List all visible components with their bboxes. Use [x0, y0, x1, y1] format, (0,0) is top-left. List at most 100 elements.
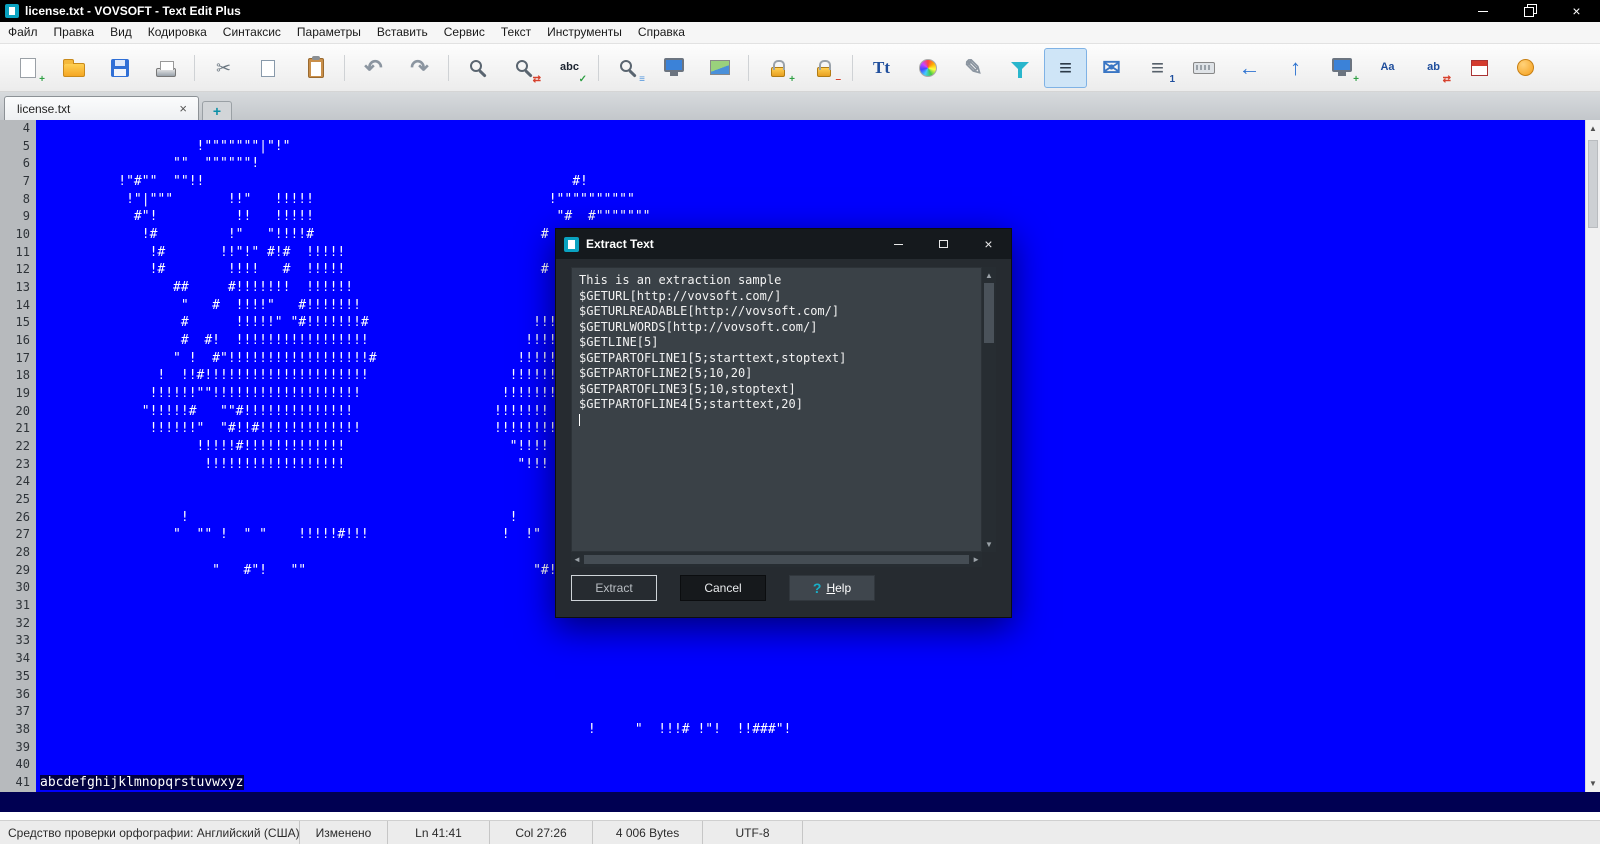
dialog-vertical-scrollbar[interactable]: ▲ ▼	[982, 267, 996, 552]
status-modified[interactable]: Изменено	[300, 821, 388, 844]
paste-button[interactable]	[294, 48, 337, 88]
navigate-back-icon: ←	[1238, 54, 1261, 80]
open-file-button[interactable]	[52, 48, 95, 88]
insert-date-button[interactable]	[1458, 48, 1501, 88]
editor-vertical-scrollbar[interactable]: ▲ ▼	[1585, 120, 1600, 792]
dialog-text-line: $GETPARTOFLINE3[5;10,stoptext]	[579, 381, 796, 396]
dialog-vscroll-thumb[interactable]	[984, 283, 994, 343]
menu-item-сервис[interactable]: Сервис	[436, 22, 493, 43]
scroll-up-icon[interactable]: ▲	[982, 268, 996, 282]
replace-button[interactable]: ⇄	[502, 48, 545, 88]
status-line[interactable]: Ln 41:41	[388, 821, 490, 844]
display-button[interactable]	[652, 48, 695, 88]
status-size[interactable]: 4 006 Bytes	[593, 821, 703, 844]
vertical-scrollbar-thumb[interactable]	[1588, 140, 1598, 228]
editor-horizontal-scrollbar[interactable]	[0, 792, 1600, 812]
dialog-horizontal-scrollbar[interactable]: ◄ ►	[571, 552, 982, 567]
status-column[interactable]: Col 27:26	[490, 821, 593, 844]
toolbar-separator	[748, 54, 749, 81]
minimize-icon	[1477, 10, 1488, 12]
find-in-files-button[interactable]: ≡	[606, 48, 649, 88]
insert-image-button[interactable]	[698, 48, 741, 88]
scroll-top-button[interactable]: ↑	[1274, 48, 1317, 88]
menu-item-синтаксис[interactable]: Синтаксис	[215, 22, 289, 43]
find-button[interactable]	[456, 48, 499, 88]
line-numbers-button[interactable]: ≡ 1	[1136, 48, 1179, 88]
help-button[interactable]: ? Help	[789, 575, 875, 601]
extract-button[interactable]: Extract	[571, 575, 657, 601]
color-picker-icon	[918, 58, 937, 77]
tab-close-icon[interactable]: ×	[176, 101, 190, 116]
scroll-right-icon[interactable]: ►	[972, 555, 980, 564]
screen-capture-button[interactable]: +	[1320, 48, 1363, 88]
spell-check-button[interactable]: abc ✓	[548, 48, 591, 88]
promo-button[interactable]	[1504, 48, 1547, 88]
print-button[interactable]	[144, 48, 187, 88]
line-number: 16	[15, 333, 30, 348]
decrypt-button[interactable]: –	[802, 48, 845, 88]
copy-button[interactable]	[248, 48, 291, 88]
menu-item-кодировка[interactable]: Кодировка	[140, 22, 215, 43]
minimize-button[interactable]	[1459, 0, 1506, 22]
color-picker-button[interactable]	[906, 48, 949, 88]
filter-icon	[1010, 62, 1029, 78]
scroll-down-icon[interactable]: ▼	[1586, 775, 1600, 792]
menu-item-правка[interactable]: Правка	[46, 22, 103, 43]
restore-button[interactable]	[1506, 0, 1553, 22]
status-encoding[interactable]: UTF-8	[703, 821, 803, 844]
save-button[interactable]	[98, 48, 141, 88]
display-icon	[663, 57, 684, 76]
dialog-hscroll-thumb[interactable]	[583, 555, 970, 564]
dialog-text-region: This is an extraction sample $GETURL[http…	[571, 267, 996, 567]
menu-item-текст[interactable]: Текст	[493, 22, 539, 43]
title-bar: license.txt - VOVSOFT - Text Edit Plus ×	[0, 0, 1600, 22]
line-number: 27	[15, 527, 30, 542]
dialog-text-line: $GETURLREADABLE[http://vovsoft.com/]	[579, 304, 840, 318]
menu-item-инструменты[interactable]: Инструменты	[539, 22, 630, 43]
new-tab-button[interactable]: +	[202, 101, 232, 120]
menu-item-параметры[interactable]: Параметры	[289, 22, 369, 43]
encrypt-button[interactable]: +	[756, 48, 799, 88]
dialog-close-button[interactable]: ×	[966, 229, 1011, 259]
navigate-back-button[interactable]: ←	[1228, 48, 1271, 88]
decrypt-badge: –	[835, 73, 841, 85]
case-convert-button[interactable]: ab ⇄	[1412, 48, 1455, 88]
dialog-app-icon	[564, 236, 579, 252]
filter-button[interactable]	[998, 48, 1041, 88]
send-email-button[interactable]: ✉	[1090, 48, 1133, 88]
redo-button[interactable]: ↷	[398, 48, 441, 88]
dialog-minimize-button[interactable]	[876, 229, 921, 259]
cancel-button[interactable]: Cancel	[680, 575, 766, 601]
tab-license-txt[interactable]: license.txt ×	[4, 96, 199, 120]
tab-label: license.txt	[17, 101, 71, 116]
dialog-maximize-button[interactable]	[921, 229, 966, 259]
pen-button[interactable]: ✎	[952, 48, 995, 88]
menu-item-файл[interactable]: Файл	[0, 22, 46, 43]
line-number: 19	[15, 386, 30, 401]
font-button[interactable]: Tt	[860, 48, 903, 88]
menu-item-вставить[interactable]: Вставить	[369, 22, 436, 43]
menu-item-вид[interactable]: Вид	[102, 22, 140, 43]
line-number: 9	[22, 209, 30, 224]
scroll-up-icon[interactable]: ▲	[1586, 120, 1600, 137]
close-button[interactable]: ×	[1553, 0, 1600, 22]
virtual-keyboard-button[interactable]	[1182, 48, 1225, 88]
lowercase-button[interactable]: Aa	[1366, 48, 1409, 88]
cut-button[interactable]: ✂	[202, 48, 245, 88]
line-number: 26	[15, 509, 30, 524]
dialog-textarea[interactable]: This is an extraction sample $GETURL[http…	[571, 267, 982, 552]
line-number: 13	[15, 280, 30, 295]
menu-item-справка[interactable]: Справка	[630, 22, 693, 43]
code-line: "" """"""!	[40, 156, 260, 172]
word-wrap-button[interactable]: ≡	[1044, 47, 1087, 88]
line-number: 4	[22, 121, 30, 135]
undo-button[interactable]: ↶	[352, 48, 395, 88]
line-number: 40	[15, 757, 30, 772]
status-spellcheck[interactable]: Средство проверки орфографии: Английский…	[0, 821, 300, 844]
new-file-button[interactable]: +	[6, 48, 49, 88]
scroll-down-icon[interactable]: ▼	[982, 537, 996, 551]
dialog-title-bar[interactable]: Extract Text ×	[556, 229, 1011, 259]
scroll-left-icon[interactable]: ◄	[573, 555, 581, 564]
